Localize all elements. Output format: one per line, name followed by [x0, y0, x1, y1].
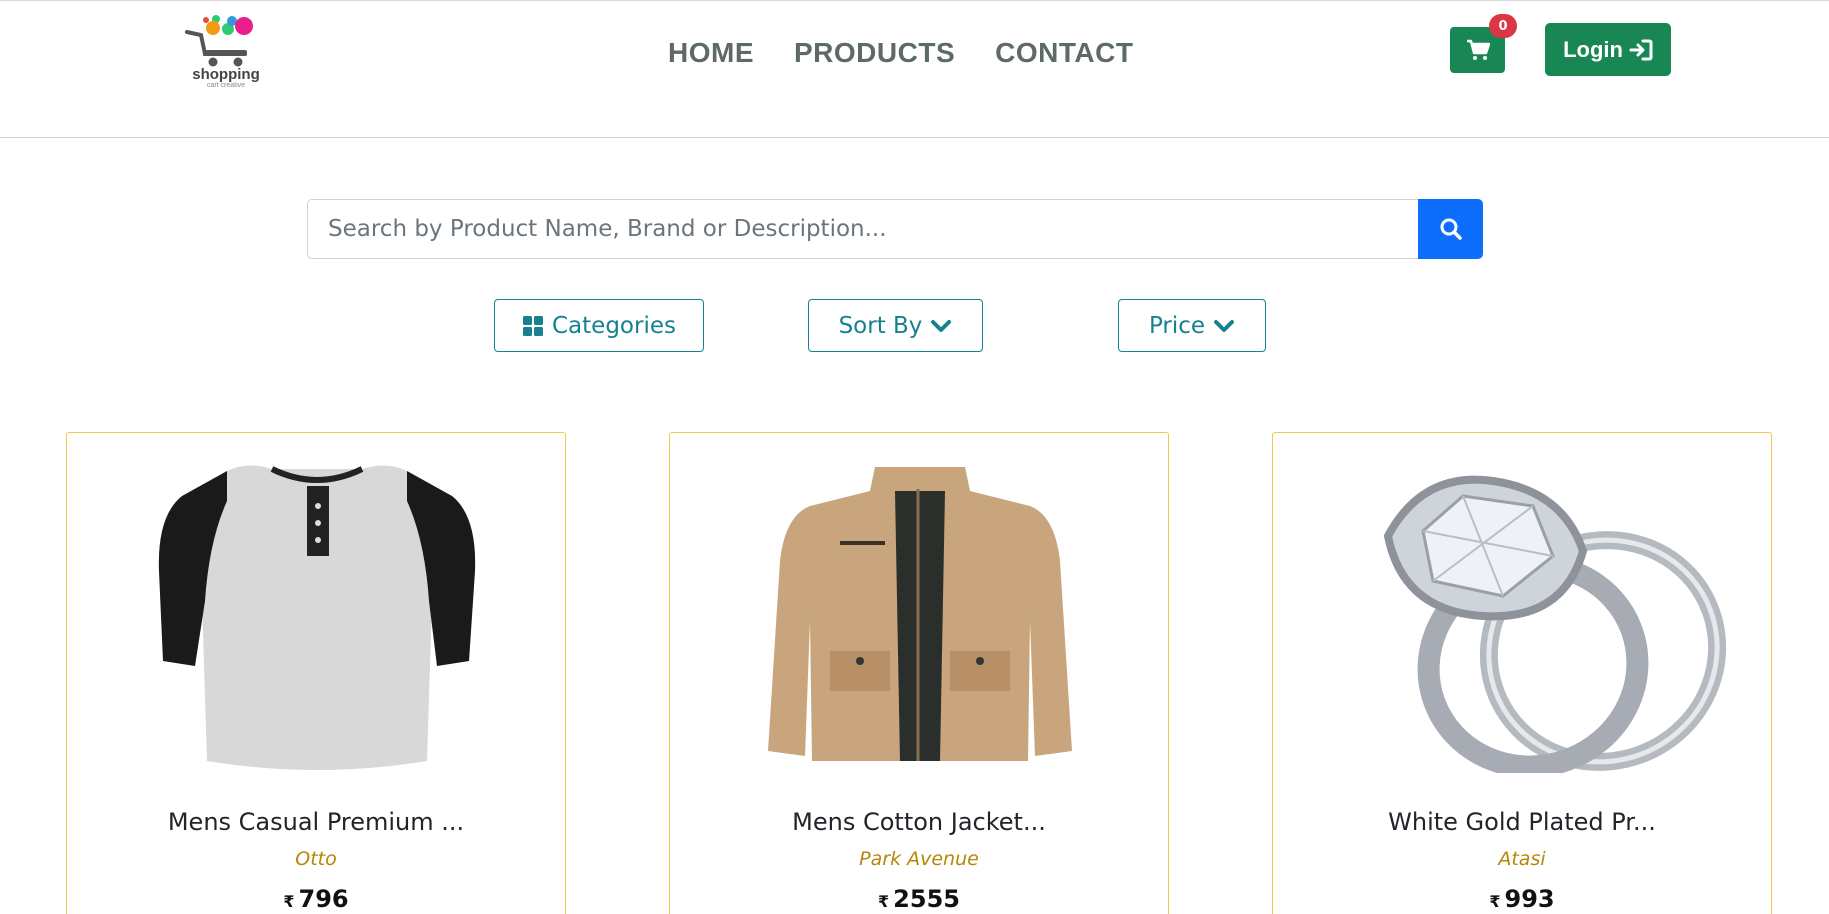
logo-subtext: cart creative	[206, 82, 246, 89]
logo[interactable]: shopping cart creative	[183, 14, 273, 90]
nav-products[interactable]: PRODUCTS	[794, 37, 955, 69]
product-brand: Park Avenue	[859, 848, 979, 870]
logo-text: shopping	[192, 66, 260, 83]
shopping-cart-logo-icon	[185, 15, 253, 67]
cart-count-badge: 0	[1489, 14, 1517, 38]
chevron-down-icon	[1214, 319, 1235, 332]
price-value: 993	[1504, 885, 1555, 913]
product-title[interactable]: Mens Casual Premium ...	[67, 808, 565, 836]
product-card[interactable]: Mens Cotton Jacket... Park Avenue ₹2555	[669, 432, 1169, 914]
main-nav: HOME PRODUCTS CONTACT	[668, 37, 1173, 69]
rupee-symbol: ₹	[283, 892, 295, 911]
product-title[interactable]: White Gold Plated Pr...	[1273, 808, 1771, 836]
search-icon	[1440, 218, 1462, 240]
product-brand: Atasi	[1498, 848, 1546, 870]
price-label: Price	[1148, 312, 1206, 339]
product-price: ₹2555	[670, 885, 1168, 913]
product-price: ₹993	[1273, 885, 1771, 913]
price-value: 796	[298, 885, 349, 913]
price-dropdown[interactable]: Price	[1118, 299, 1266, 352]
rupee-symbol: ₹	[878, 892, 890, 911]
nav-home[interactable]: HOME	[668, 37, 754, 69]
chevron-down-icon	[931, 319, 952, 332]
search-button[interactable]	[1418, 199, 1483, 259]
product-brand: Otto	[295, 848, 337, 870]
categories-button[interactable]: Categories	[494, 299, 704, 352]
login-label: Login	[1563, 36, 1623, 62]
rupee-symbol: ₹	[1489, 892, 1501, 911]
product-title[interactable]: Mens Cotton Jacket...	[670, 808, 1168, 836]
page: shopping cart creative HOME PRODUCTS CON…	[0, 0, 1829, 914]
nav-contact[interactable]: CONTACT	[995, 37, 1133, 69]
price-value: 2555	[893, 885, 960, 913]
sort-by-dropdown[interactable]: Sort By	[808, 299, 983, 352]
cart-icon	[1466, 39, 1490, 60]
grid-icon	[523, 315, 543, 336]
product-card[interactable]: Mens Casual Premium ... Otto ₹796	[66, 432, 566, 914]
categories-label: Categories	[552, 312, 676, 339]
product-card[interactable]: White Gold Plated Pr... Atasi ₹993	[1272, 432, 1772, 914]
search-input[interactable]	[307, 199, 1419, 259]
product-image-tshirt	[158, 465, 476, 770]
product-image-jacket	[768, 467, 1072, 761]
product-image-ring	[1383, 475, 1727, 773]
sort-by-label: Sort By	[838, 312, 923, 339]
product-price: ₹796	[67, 885, 565, 913]
login-button[interactable]: Login	[1545, 23, 1671, 76]
sign-in-icon	[1629, 39, 1653, 60]
site-header: shopping cart creative HOME PRODUCTS CON…	[0, 1, 1829, 138]
